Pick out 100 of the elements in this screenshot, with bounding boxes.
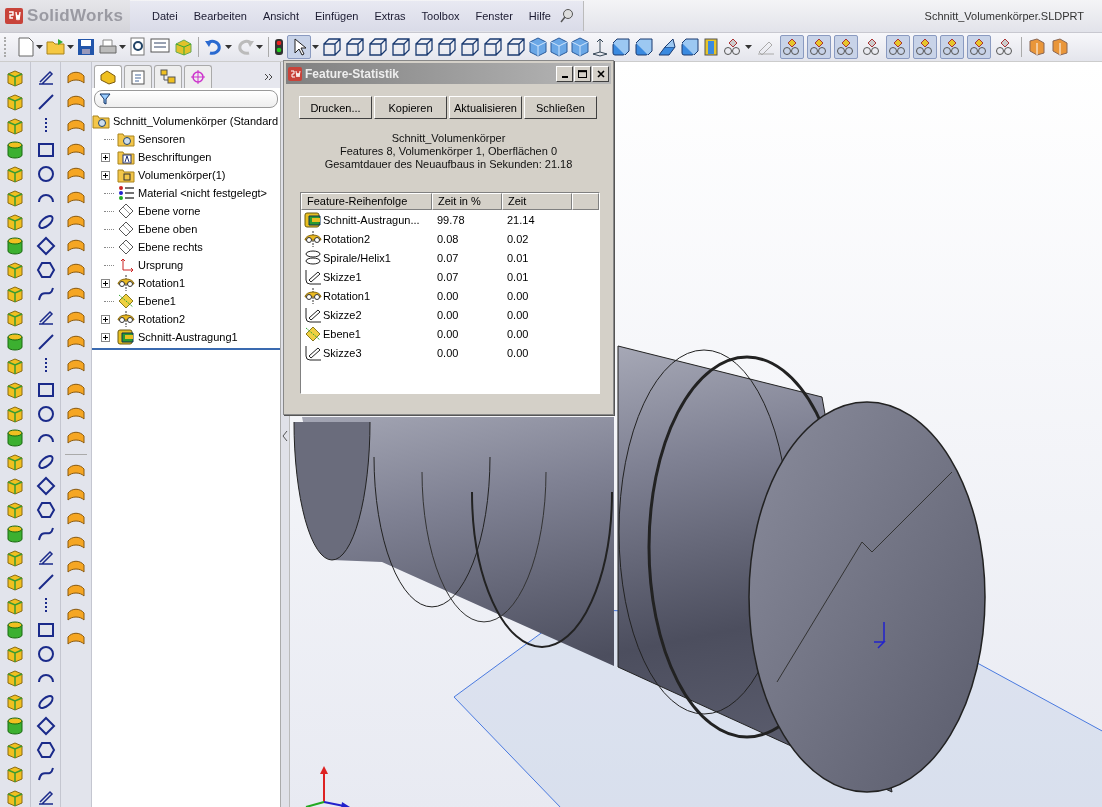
- dialog-button[interactable]: Drucken...: [299, 96, 372, 119]
- feature-block-icon[interactable]: [4, 476, 25, 496]
- caret-icon[interactable]: [119, 45, 126, 49]
- dialog-button[interactable]: Aktualisieren: [449, 96, 522, 119]
- minimize-button[interactable]: [556, 65, 573, 82]
- shaded-cube-icon[interactable]: [634, 37, 654, 57]
- wireframe-cube-icon[interactable]: [437, 37, 457, 57]
- cube-icon[interactable]: [550, 37, 568, 57]
- rect-icon[interactable]: [35, 140, 56, 160]
- circle-icon[interactable]: [35, 404, 56, 424]
- filter-field[interactable]: [94, 90, 278, 108]
- expand-icon[interactable]: [100, 152, 110, 162]
- menu-item[interactable]: Hilfe: [520, 10, 559, 22]
- poly-icon[interactable]: [35, 260, 56, 280]
- tree-item[interactable]: Ebene1: [138, 295, 176, 307]
- tree-item[interactable]: Material <nicht festgelegt>: [138, 187, 268, 199]
- feature-block-icon[interactable]: [4, 164, 25, 184]
- caret-icon[interactable]: [67, 45, 74, 49]
- traffic-light-icon[interactable]: [274, 38, 284, 56]
- feature-block-icon[interactable]: [4, 452, 25, 472]
- feature-block-icon[interactable]: [4, 212, 25, 232]
- tree-item[interactable]: Ebene rechts: [138, 241, 203, 253]
- poly-icon[interactable]: [35, 740, 56, 760]
- rect-icon[interactable]: [35, 620, 56, 640]
- diamond-icon[interactable]: [35, 476, 56, 496]
- feature-block-icon[interactable]: [4, 572, 25, 592]
- caret-icon[interactable]: [36, 45, 43, 49]
- tree-item[interactable]: Ebene vorne: [138, 205, 201, 217]
- box-icon[interactable]: [173, 38, 193, 56]
- appearance-icon[interactable]: [1027, 37, 1047, 57]
- glasses-icon[interactable]: [913, 35, 937, 59]
- feature-tree-tab[interactable]: [94, 65, 122, 88]
- tree-item[interactable]: Schnitt_Volumenkörper (Standard: [113, 115, 279, 127]
- menu-item[interactable]: Fenster: [467, 10, 521, 22]
- cylinder-icon[interactable]: [4, 524, 25, 544]
- menu-item[interactable]: Einfügen: [307, 10, 367, 22]
- double-chevron-icon[interactable]: [264, 72, 274, 82]
- poly-icon[interactable]: [35, 500, 56, 520]
- expand-icon[interactable]: [100, 314, 110, 324]
- rect-icon[interactable]: [35, 380, 56, 400]
- feature-block-icon[interactable]: [4, 788, 25, 807]
- caret-icon[interactable]: [745, 45, 752, 49]
- glasses-icon[interactable]: [886, 35, 910, 59]
- tree-item[interactable]: Sensoren: [138, 133, 186, 145]
- wireframe-cube-icon[interactable]: [414, 37, 434, 57]
- glasses-icon[interactable]: [807, 35, 831, 59]
- tree-item[interactable]: Rotation1: [138, 277, 186, 289]
- expand-icon[interactable]: [100, 170, 110, 180]
- pin-icon[interactable]: [558, 8, 575, 24]
- wireframe-cube-icon[interactable]: [345, 37, 365, 57]
- wireframe-cube-icon[interactable]: [483, 37, 503, 57]
- property-tab[interactable]: [124, 65, 152, 88]
- cylinder-icon[interactable]: [4, 428, 25, 448]
- feature-block-icon[interactable]: [4, 284, 25, 304]
- feature-block-icon[interactable]: [4, 764, 25, 784]
- glasses-icon[interactable]: [834, 35, 858, 59]
- caret-icon[interactable]: [256, 45, 263, 49]
- expand-icon[interactable]: [100, 278, 110, 288]
- wireframe-cube-icon[interactable]: [322, 37, 342, 57]
- feature-block-icon[interactable]: [4, 308, 25, 328]
- cube-icon[interactable]: [529, 37, 547, 57]
- ellipse-icon[interactable]: [35, 452, 56, 472]
- wedge-icon[interactable]: [657, 37, 677, 57]
- cylinder-icon[interactable]: [4, 620, 25, 640]
- wireframe-cube-icon[interactable]: [460, 37, 480, 57]
- diamond-icon[interactable]: [35, 716, 56, 736]
- diamond-icon[interactable]: [35, 236, 56, 256]
- tree-item[interactable]: Volumenkörper(1): [138, 169, 226, 181]
- column-header[interactable]: Zeit: [502, 193, 572, 210]
- tree-item[interactable]: Ursprung: [138, 259, 184, 271]
- feature-block-icon[interactable]: [4, 740, 25, 760]
- maximize-button[interactable]: [574, 65, 591, 82]
- dialog-button[interactable]: Kopieren: [374, 96, 447, 119]
- section-view-icon[interactable]: [703, 37, 719, 57]
- feature-block-icon[interactable]: [4, 404, 25, 424]
- configuration-tab[interactable]: [154, 65, 182, 88]
- ellipse-icon[interactable]: [35, 692, 56, 712]
- cylinder-icon[interactable]: [4, 716, 25, 736]
- feature-block-icon[interactable]: [4, 596, 25, 616]
- circle-icon[interactable]: [35, 164, 56, 184]
- dialog-button[interactable]: Schließen: [524, 96, 597, 119]
- tree-item[interactable]: Ebene oben: [138, 223, 198, 235]
- cylinder-icon[interactable]: [4, 332, 25, 352]
- feature-block-icon[interactable]: [4, 668, 25, 688]
- cube-icon[interactable]: [571, 37, 589, 57]
- cylinder-icon[interactable]: [4, 140, 25, 160]
- feature-block-icon[interactable]: [4, 68, 25, 88]
- feature-block-icon[interactable]: [4, 548, 25, 568]
- feature-block-icon[interactable]: [4, 380, 25, 400]
- menu-item[interactable]: Ansicht: [254, 10, 307, 22]
- glasses-icon[interactable]: [780, 35, 804, 59]
- magnifier-page-icon[interactable]: [129, 37, 147, 57]
- wireframe-cube-icon[interactable]: [368, 37, 388, 57]
- feature-block-icon[interactable]: [4, 692, 25, 712]
- feature-block-icon[interactable]: [4, 260, 25, 280]
- menu-item[interactable]: Toolbox: [413, 10, 468, 22]
- circle-icon[interactable]: [35, 644, 56, 664]
- cylinder-icon[interactable]: [4, 236, 25, 256]
- display-tab[interactable]: [184, 65, 212, 88]
- menu-item[interactable]: Datei: [144, 10, 186, 22]
